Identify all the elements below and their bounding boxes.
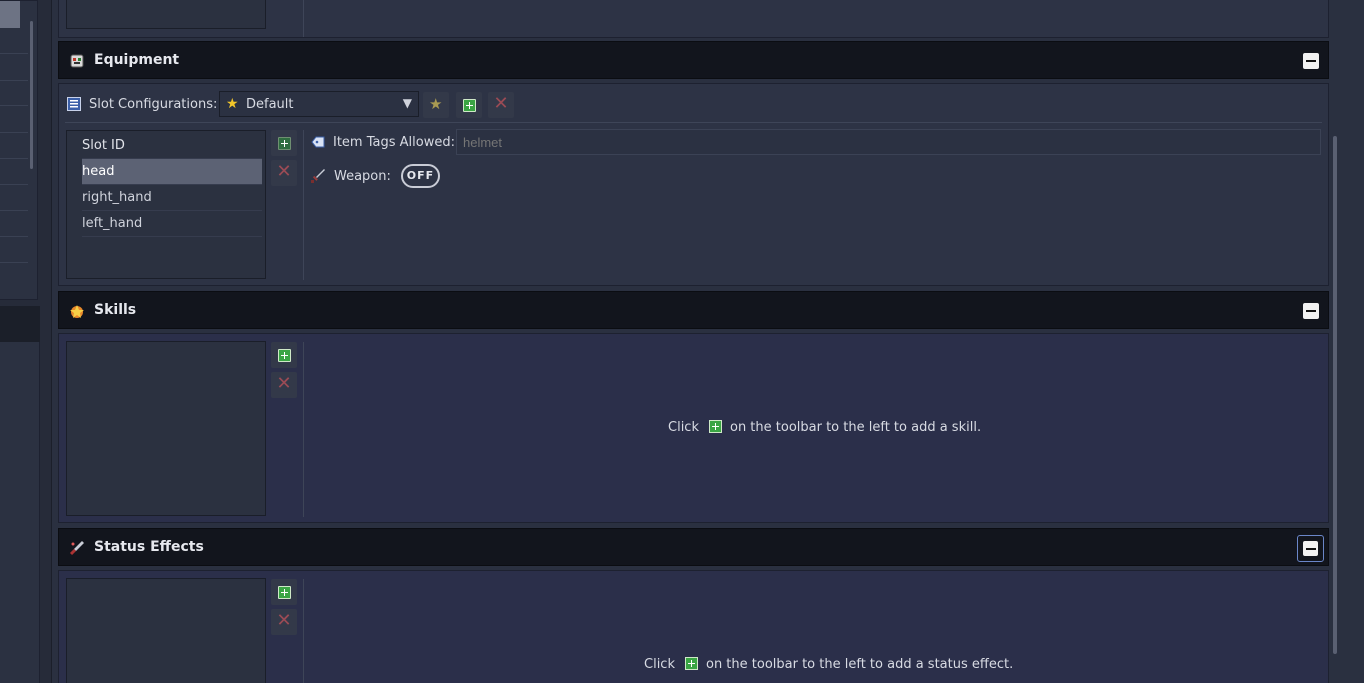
left-list-row-divider xyxy=(0,184,28,185)
remove-status-effect-button[interactable]: ✕ xyxy=(271,609,297,635)
previous-section-body xyxy=(58,0,1329,38)
equipment-icon xyxy=(70,54,84,68)
slot-list-item-left-hand[interactable]: left_hand xyxy=(82,211,262,237)
slot-list-item-right-hand[interactable]: right_hand xyxy=(82,185,262,211)
skills-list[interactable] xyxy=(66,341,266,516)
divider xyxy=(303,579,304,683)
status-effects-collapse-button[interactable] xyxy=(1297,535,1324,562)
chevron-down-icon: ▼ xyxy=(402,96,412,110)
slot-list[interactable]: Slot ID head right_hand left_hand xyxy=(66,130,266,279)
left-list-scrollbar[interactable] xyxy=(30,21,33,169)
close-icon: ✕ xyxy=(276,610,292,631)
left-list-row-divider xyxy=(0,53,28,54)
weapon-label: Weapon: xyxy=(334,169,391,184)
left-list-row-divider xyxy=(0,236,28,237)
left-panel xyxy=(0,0,52,683)
status-effects-list[interactable] xyxy=(66,578,266,683)
close-icon: ✕ xyxy=(493,93,509,114)
skills-section-title: Skills xyxy=(94,302,137,318)
previous-section-list[interactable] xyxy=(66,0,266,29)
star-icon: ★ xyxy=(226,96,239,112)
tag-icon xyxy=(311,136,325,148)
hint-click-text: Click xyxy=(644,657,675,672)
star-icon: ★ xyxy=(429,95,443,113)
slot-config-label: Slot Configurations: xyxy=(89,97,218,112)
left-panel-lower xyxy=(0,342,40,683)
skills-icon xyxy=(70,305,84,318)
slot-list-header: Slot ID xyxy=(82,133,262,159)
status-effects-section-body: ✕ Click on the toolbar to the left to add… xyxy=(58,570,1329,683)
item-tags-input[interactable] xyxy=(456,129,1321,155)
skills-empty-hint: Click on the toolbar to the left to add a… xyxy=(668,420,981,435)
left-list-row-divider xyxy=(0,132,28,133)
remove-slot-button[interactable]: ✕ xyxy=(271,160,297,186)
set-default-config-button[interactable]: ★ xyxy=(423,92,449,118)
hint-click-text: Click xyxy=(668,420,699,435)
skills-section-body: ✕ Click on the toolbar to the left to add… xyxy=(58,333,1329,523)
left-list-row-divider xyxy=(0,210,28,211)
status-effects-section-header[interactable]: Status Effects xyxy=(58,528,1329,566)
add-skill-button[interactable] xyxy=(271,342,297,368)
status-effects-empty-hint: Click on the toolbar to the left to add a… xyxy=(644,657,1013,672)
plus-icon xyxy=(278,349,291,362)
plus-icon xyxy=(708,420,722,433)
add-slot-button[interactable] xyxy=(271,130,297,156)
sword-icon xyxy=(311,169,325,183)
slot-config-dropdown[interactable]: ★ Default ▼ xyxy=(219,91,419,117)
left-panel-header xyxy=(0,306,40,342)
equipment-collapse-button[interactable] xyxy=(1303,53,1319,69)
left-list-row-divider xyxy=(0,105,28,106)
left-list[interactable] xyxy=(0,0,38,300)
main-scrollbar[interactable] xyxy=(1333,136,1337,654)
item-tags-label: Item Tags Allowed: xyxy=(333,135,455,150)
skills-section-header[interactable]: Skills xyxy=(58,291,1329,329)
close-icon: ✕ xyxy=(276,161,292,182)
divider xyxy=(303,0,304,37)
close-icon: ✕ xyxy=(276,373,292,394)
slot-config-value: Default xyxy=(246,97,294,112)
left-list-row-divider xyxy=(0,158,28,159)
equipment-section-header[interactable]: Equipment xyxy=(58,41,1329,79)
add-status-effect-button[interactable] xyxy=(271,579,297,605)
left-list-row-divider xyxy=(0,80,28,81)
equipment-section-title: Equipment xyxy=(94,52,180,68)
divider xyxy=(303,342,304,517)
left-list-selected-item[interactable] xyxy=(0,1,20,28)
slot-config-icon xyxy=(67,97,81,111)
hint-rest-text: on the toolbar to the left to add a stat… xyxy=(705,657,1014,672)
hint-rest-text: on the toolbar to the left to add a skil… xyxy=(729,420,982,435)
left-list-row-divider xyxy=(0,262,28,263)
add-config-button[interactable] xyxy=(456,92,482,118)
editor-main: Equipment Slot Configurations: ★ ✕ Slot … xyxy=(58,0,1329,683)
slot-list-item-head[interactable]: head xyxy=(82,159,262,185)
plus-icon xyxy=(278,137,291,150)
plus-icon xyxy=(278,586,291,599)
remove-skill-button[interactable]: ✕ xyxy=(271,372,297,398)
divider xyxy=(65,122,1322,123)
divider xyxy=(303,130,304,280)
status-effects-section-title: Status Effects xyxy=(94,539,204,555)
weapon-toggle[interactable]: OFF xyxy=(401,164,440,188)
status-effects-icon xyxy=(69,541,84,556)
remove-config-button[interactable]: ✕ xyxy=(488,92,514,118)
plus-icon xyxy=(684,657,698,670)
plus-icon xyxy=(463,99,476,112)
skills-collapse-button[interactable] xyxy=(1303,303,1319,319)
